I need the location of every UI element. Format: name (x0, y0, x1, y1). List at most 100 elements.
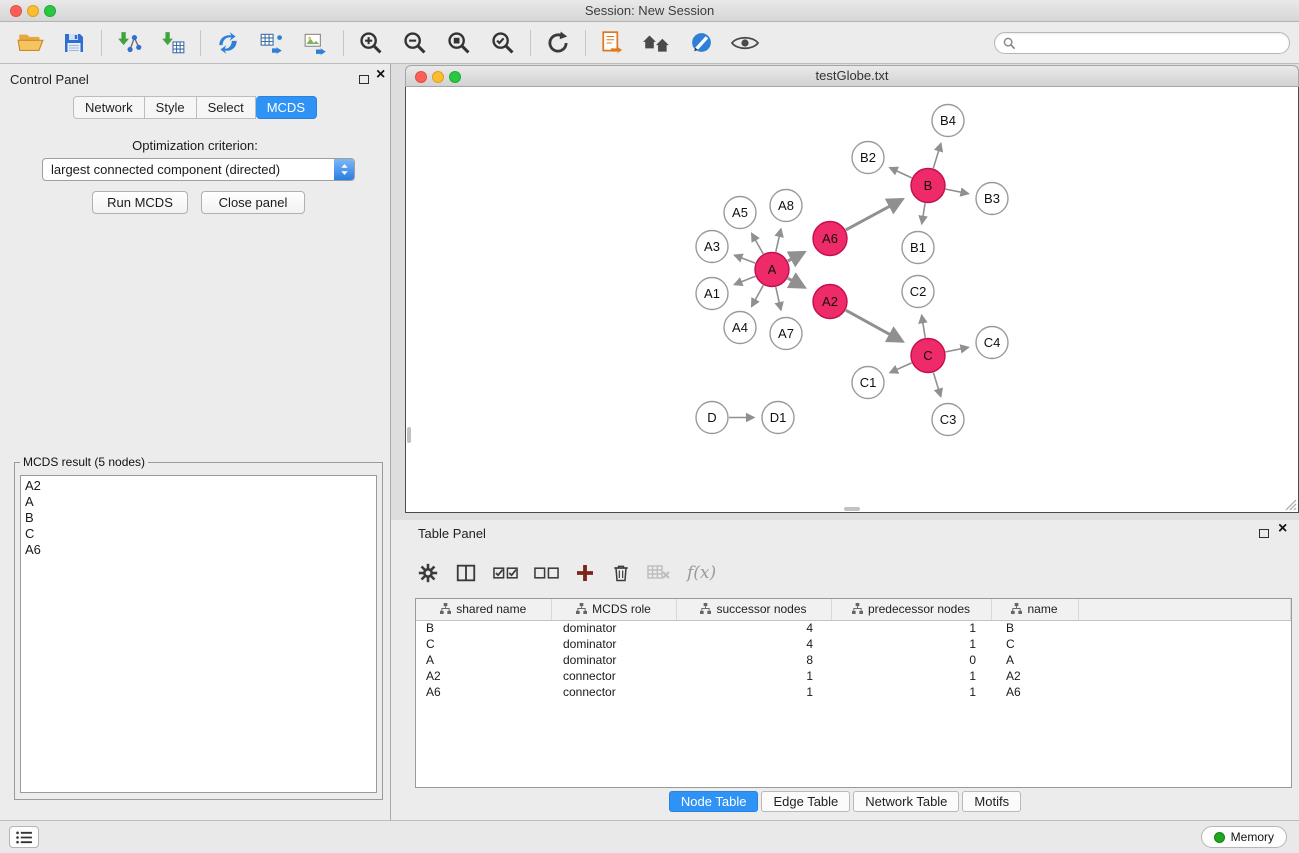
delete-icon[interactable] (611, 562, 631, 584)
close-panel-icon[interactable]: × (376, 67, 385, 83)
column-header-MCDS-role[interactable]: MCDS role (551, 599, 676, 620)
tab-select[interactable]: Select (197, 96, 256, 119)
graph-edge-A-A7[interactable] (776, 287, 781, 310)
result-item[interactable]: A2 (25, 478, 372, 494)
network-window-title: testGlobe.txt (406, 66, 1298, 86)
import-network-icon[interactable] (109, 25, 149, 61)
column-header-name[interactable]: name (991, 599, 1078, 620)
table-float-panel-icon[interactable] (1259, 529, 1269, 538)
network-graph[interactable]: AA6A2BCA1A3A4A5A7A8B1B2B3B4C1C2C3C4DD1 (406, 87, 1298, 512)
graph-edge-A-A8[interactable] (776, 229, 781, 252)
export-document-icon[interactable] (593, 25, 633, 61)
open-folder-icon[interactable] (10, 25, 50, 61)
network-zoom-button[interactable] (449, 71, 461, 83)
column-header-shared-name[interactable]: shared name (416, 599, 551, 620)
minimize-window-button[interactable] (27, 5, 39, 17)
tab-edge-table[interactable]: Edge Table (761, 791, 850, 812)
toolbar-separator (101, 30, 102, 56)
refresh-icon[interactable] (538, 25, 578, 61)
table-row-B[interactable]: Bdominator41B (416, 620, 1291, 636)
search-input[interactable] (1021, 36, 1281, 50)
table-row-A[interactable]: Adominator80A (416, 652, 1291, 668)
graph-edge-B-B3[interactable] (946, 189, 969, 194)
show-hide-icon[interactable] (725, 25, 765, 61)
tab-motifs[interactable]: Motifs (962, 791, 1021, 812)
network-window-titlebar[interactable]: testGlobe.txt (405, 65, 1299, 87)
graph-edge-C-C4[interactable] (946, 347, 969, 352)
resize-grip-icon[interactable] (1284, 498, 1297, 511)
status-bar: Memory (0, 820, 1299, 853)
home-icon[interactable] (637, 25, 677, 61)
search-field[interactable] (994, 32, 1290, 54)
graph-edge-B-B1[interactable] (922, 203, 925, 224)
graph-edge-C-C1[interactable] (890, 363, 912, 373)
graph-edge-A-A2[interactable] (788, 278, 805, 287)
result-item[interactable]: A (25, 494, 372, 510)
mcds-result-list[interactable]: A2ABCA6 (20, 475, 377, 793)
table-row-A6[interactable]: A6connector11A6 (416, 684, 1291, 700)
close-panel-button[interactable]: Close panel (201, 191, 305, 214)
graph-edge-A-A4[interactable] (752, 285, 764, 306)
graph-edge-A6-B[interactable] (846, 199, 903, 230)
table-row-C[interactable]: Cdominator41C (416, 636, 1291, 652)
zoom-selected-icon[interactable] (483, 25, 523, 61)
network-close-button[interactable] (415, 71, 427, 83)
criterion-dropdown[interactable]: largest connected component (directed) (42, 158, 355, 181)
graph-edge-C-C3[interactable] (933, 373, 940, 397)
network-from-table-icon[interactable] (252, 25, 292, 61)
float-panel-icon[interactable] (359, 75, 369, 84)
node-table-container: shared nameMCDS rolesuccessor nodesprede… (415, 598, 1292, 788)
table-row-A2[interactable]: A2connector11A2 (416, 668, 1291, 684)
tab-style[interactable]: Style (145, 96, 197, 119)
split-view-icon[interactable] (455, 562, 477, 584)
zoom-window-button[interactable] (44, 5, 56, 17)
zoom-out-icon[interactable] (395, 25, 435, 61)
result-item[interactable]: B (25, 510, 372, 526)
function-icon[interactable]: f(x) (687, 563, 716, 583)
graph-edge-A-A1[interactable] (734, 276, 755, 284)
deselect-all-icon[interactable] (534, 565, 559, 581)
result-item[interactable]: C (25, 526, 372, 542)
graph-edge-B-B2[interactable] (890, 168, 912, 178)
graph-node-label-B4: B4 (940, 113, 956, 128)
mcds-result-title: MCDS result (5 nodes) (20, 455, 148, 469)
save-icon[interactable] (54, 25, 94, 61)
column-header-successor-nodes[interactable]: successor nodes (676, 599, 831, 620)
apply-layout-icon[interactable] (208, 25, 248, 61)
node-table: shared nameMCDS rolesuccessor nodesprede… (416, 599, 1291, 700)
column-header-predecessor-nodes[interactable]: predecessor nodes (831, 599, 991, 620)
network-minimize-button[interactable] (432, 71, 444, 83)
memory-button[interactable]: Memory (1201, 826, 1287, 848)
attribute-icon (1011, 603, 1022, 614)
network-canvas[interactable]: AA6A2BCA1A3A4A5A7A8B1B2B3B4C1C2C3C4DD1 (405, 87, 1299, 513)
close-window-button[interactable] (10, 5, 22, 17)
task-history-icon[interactable] (9, 826, 39, 848)
tab-network[interactable]: Network (73, 96, 145, 119)
control-panel-title: Control Panel (10, 72, 89, 87)
graph-edge-B-B4[interactable] (933, 143, 941, 168)
settings-gear-icon[interactable] (417, 562, 439, 584)
graph-edge-A-A5[interactable] (752, 233, 764, 253)
zoom-fit-icon[interactable] (439, 25, 479, 61)
delete-table-icon[interactable] (647, 563, 671, 583)
table-close-panel-icon[interactable]: × (1278, 521, 1287, 537)
zoom-in-icon[interactable] (351, 25, 391, 61)
memory-label: Memory (1231, 830, 1274, 844)
graph-node-label-A8: A8 (778, 198, 794, 213)
graph-edge-A-A3[interactable] (734, 255, 755, 263)
graph-edge-A-A6[interactable] (788, 252, 805, 261)
graph-edge-C-C2[interactable] (922, 315, 926, 338)
result-item[interactable]: A6 (25, 542, 372, 558)
run-mcds-button[interactable]: Run MCDS (92, 191, 188, 214)
tab-node-table[interactable]: Node Table (669, 791, 759, 812)
horizontal-scrollbar[interactable] (844, 507, 860, 511)
export-image-icon[interactable] (296, 25, 336, 61)
vertical-scrollbar[interactable] (407, 427, 411, 443)
select-all-icon[interactable] (493, 565, 518, 581)
tab-network-table[interactable]: Network Table (853, 791, 959, 812)
tab-mcds[interactable]: MCDS (256, 96, 317, 119)
import-table-icon[interactable] (153, 25, 193, 61)
add-icon[interactable] (575, 563, 595, 583)
graphics-details-icon[interactable] (681, 25, 721, 61)
graph-edge-A2-C[interactable] (846, 310, 903, 341)
